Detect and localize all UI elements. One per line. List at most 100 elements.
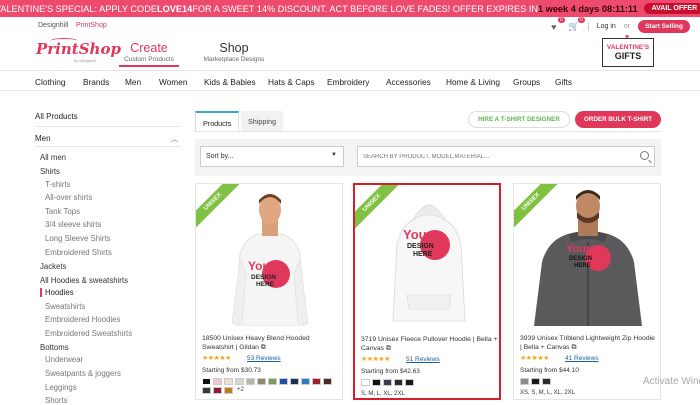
- design-text-your: Your: [403, 227, 432, 242]
- product-name[interactable]: 3939 Unisex Triblend Lightweight Zip Hoo…: [520, 334, 658, 352]
- sidebar-item-allover-shirts[interactable]: All-over shirts: [45, 193, 92, 202]
- product-name[interactable]: 3719 Unisex Fleece Pullover Hoodie | Bel…: [361, 335, 499, 353]
- tab-shipping[interactable]: Shipping: [241, 111, 283, 131]
- color-swatch[interactable]: [279, 378, 288, 385]
- color-swatch[interactable]: [312, 378, 321, 385]
- nav-women[interactable]: Women: [159, 77, 187, 87]
- nav-brands[interactable]: Brands: [83, 77, 109, 87]
- color-swatch[interactable]: [235, 378, 244, 385]
- product-price: Starting from $44.10: [520, 367, 579, 374]
- reviews-link[interactable]: 53 Reviews: [247, 355, 281, 362]
- color-swatches: +2: [202, 378, 342, 394]
- sidebar-item-jackets[interactable]: Jackets: [40, 262, 66, 271]
- sidebar-item-embroidered-shirts[interactable]: Embroidered Shirts: [45, 248, 112, 257]
- color-swatch[interactable]: [405, 379, 414, 386]
- sidebar-all-products[interactable]: All Products: [35, 112, 78, 121]
- chevron-up-icon[interactable]: ︿: [171, 134, 178, 144]
- sidebar-item-sweatshirts[interactable]: Sweatshirts: [45, 302, 85, 311]
- color-swatch[interactable]: [202, 378, 211, 385]
- product-search[interactable]: [357, 146, 655, 167]
- sidebar-item-sweatpants[interactable]: Sweatpants & joggers: [45, 369, 121, 378]
- sidebar-item-all-men[interactable]: All men: [40, 153, 66, 162]
- login-link[interactable]: Log in: [597, 23, 616, 30]
- nav-hats-caps[interactable]: Hats & Caps: [268, 77, 315, 87]
- tab-designhill[interactable]: Designhill: [38, 22, 68, 29]
- sidebar-item-tank-tops[interactable]: Tank Tops: [45, 207, 80, 216]
- order-bulk-button[interactable]: ORDER BULK T-SHIRT: [575, 111, 661, 128]
- product-card-selected[interactable]: Your DESIGN HERE UNISEX 3719 Unisex Flee…: [353, 183, 501, 400]
- search-icon[interactable]: [640, 151, 649, 160]
- product-card[interactable]: Your DESIGN HERE UNISEX 18500 Unisex Hea…: [195, 183, 343, 400]
- nav-kids-babies[interactable]: Kids & Babies: [204, 77, 256, 87]
- color-swatch[interactable]: [531, 378, 540, 385]
- nav-gifts[interactable]: Gifts: [555, 77, 572, 87]
- sidebar-item-hoodies[interactable]: Hoodies: [40, 288, 74, 297]
- hire-designer-button[interactable]: HIRE A T-SHIRT DESIGNER: [468, 111, 570, 128]
- sidebar-item-bottoms[interactable]: Bottoms: [40, 343, 69, 352]
- product-price: Starting from $42.63: [361, 368, 420, 375]
- avail-offer-button[interactable]: AVAIL OFFER: [643, 3, 700, 14]
- sidebar-item-tshirts[interactable]: T-shirts: [45, 180, 71, 189]
- promo-countdown: 1 week 4 days 08:11:11: [538, 3, 638, 14]
- nav-clothing[interactable]: Clothing: [35, 77, 65, 87]
- nav-groups[interactable]: Groups: [513, 77, 540, 87]
- color-swatch[interactable]: [224, 378, 233, 385]
- sidebar-item-shirts[interactable]: Shirts: [40, 167, 60, 176]
- search-input[interactable]: [363, 154, 623, 160]
- color-swatch[interactable]: [213, 387, 222, 394]
- nav-home-living[interactable]: Home & Living: [446, 77, 500, 87]
- sidebar-item-leggings[interactable]: Leggings: [45, 383, 77, 392]
- tab-printshop[interactable]: PrintShop: [76, 22, 107, 29]
- logo-swoosh-icon: [50, 38, 78, 44]
- create-title: Create: [130, 41, 168, 55]
- color-swatch[interactable]: [372, 379, 381, 386]
- promo-code: LOVE14: [156, 3, 193, 14]
- sidebar-item-shorts[interactable]: Shorts: [45, 396, 68, 405]
- reviews-link[interactable]: 41 Reviews: [565, 355, 599, 362]
- sidebar-item-long-sleeve[interactable]: Long Sleeve Shirts: [45, 234, 110, 243]
- valentines-gifts-badge[interactable]: ♥ VALENTINE'S GIFTS: [602, 34, 654, 67]
- dropdown-arrow-icon: ▼: [331, 152, 337, 158]
- sidebar-item-all-hoodies[interactable]: All Hoodies & sweatshirts: [40, 276, 128, 285]
- product-name[interactable]: 18500 Unisex Heavy Blend Hooded Sweatshi…: [202, 334, 340, 352]
- color-swatch[interactable]: [202, 387, 211, 394]
- color-swatch[interactable]: [301, 378, 310, 385]
- wishlist-heart-icon[interactable]: ♥ 0: [548, 16, 565, 33]
- product-card[interactable]: Your DESIGN HERE UNISEX 3939 Unisex Trib…: [513, 183, 661, 400]
- design-text-here: HERE: [256, 281, 275, 288]
- sidebar-item-embroidered-sweatshirts[interactable]: Embroidered Sweatshirts: [45, 329, 132, 338]
- tab-products[interactable]: Products: [195, 111, 240, 131]
- create-mode-tab[interactable]: Create Custom Products: [119, 41, 179, 67]
- sort-select[interactable]: Sort by... ▼: [200, 146, 344, 167]
- nav-accessories[interactable]: Accessories: [386, 77, 431, 87]
- color-swatch[interactable]: [383, 379, 392, 386]
- sidebar-divider: [35, 126, 181, 127]
- sidebar-item-embroidered-hoodies[interactable]: Embroidered Hoodies: [45, 315, 120, 324]
- printshop-logo[interactable]: PrintShop by designhill: [36, 38, 121, 63]
- color-swatch[interactable]: [257, 378, 266, 385]
- start-selling-button[interactable]: Start Selling: [638, 20, 690, 33]
- color-swatch[interactable]: [394, 379, 403, 386]
- color-swatch[interactable]: [290, 378, 299, 385]
- valentine-line2: GIFTS: [614, 51, 642, 61]
- sidebar-item-34-sleeve[interactable]: 3/4 sleeve shirts: [45, 220, 101, 229]
- nav-embroidery[interactable]: Embroidery: [327, 77, 369, 87]
- color-swatch[interactable]: [268, 378, 277, 385]
- color-swatch[interactable]: [520, 378, 529, 385]
- reviews-link[interactable]: 51 Reviews: [406, 356, 440, 363]
- shop-mode-tab[interactable]: Shop Marketplace Designs: [198, 41, 270, 63]
- more-colors-count[interactable]: +2: [237, 387, 244, 394]
- nav-men[interactable]: Men: [125, 77, 141, 87]
- tab-underline: [195, 131, 661, 132]
- color-swatch[interactable]: [224, 387, 233, 394]
- color-swatch[interactable]: [323, 378, 332, 385]
- color-swatch[interactable]: [361, 379, 370, 386]
- size-list: XS, S, M, L, XL, 2XL: [520, 390, 576, 396]
- sidebar-item-underwear[interactable]: Underwear: [45, 355, 83, 364]
- cart-icon[interactable]: 🛒 0: [568, 16, 585, 33]
- color-swatch[interactable]: [246, 378, 255, 385]
- design-text-your: Your: [566, 243, 591, 255]
- sidebar-men[interactable]: Men: [35, 134, 51, 143]
- color-swatch[interactable]: [542, 378, 551, 385]
- color-swatch[interactable]: [213, 378, 222, 385]
